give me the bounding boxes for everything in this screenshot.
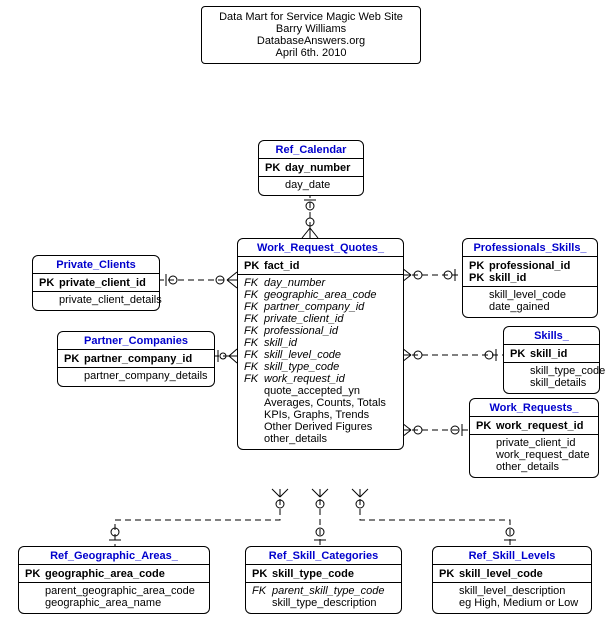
diagram-title-box: Data Mart for Service Magic Web Site Bar… [201, 6, 421, 64]
entity-ref-skill-levels: Ref_Skill_Levels PKskill_level_code skil… [432, 546, 592, 614]
title-line1: Data Mart for Service Magic Web Site [212, 11, 410, 23]
entity-title: Partner_Companies [58, 332, 214, 350]
entity-title: Professionals_Skills_ [463, 239, 597, 257]
title-line3: DatabaseAnswers.org [212, 35, 410, 47]
entity-work-request-quotes: Work_Request_Quotes_ PKfact_id FKday_num… [237, 238, 404, 450]
entity-title: Ref_Skill_Levels [433, 547, 591, 565]
entity-ref-skill-categories: Ref_Skill_Categories PKskill_type_code F… [245, 546, 402, 614]
entity-title: Ref_Geographic_Areas_ [19, 547, 209, 565]
entity-skills: Skills_ PKskill_id skill_type_code skill… [503, 326, 600, 394]
entity-title: Private_Clients [33, 256, 159, 274]
entity-professionals-skills: Professionals_Skills_ PKprofessional_id … [462, 238, 598, 318]
entity-title: Work_Request_Quotes_ [238, 239, 403, 257]
entity-partner-companies: Partner_Companies PKpartner_company_id p… [57, 331, 215, 387]
entity-private-clients: Private_Clients PKprivate_client_id priv… [32, 255, 160, 311]
title-line2: Barry Williams [212, 23, 410, 35]
entity-title: Work_Requests_ [470, 399, 598, 417]
entity-ref-geographic-areas: Ref_Geographic_Areas_ PKgeographic_area_… [18, 546, 210, 614]
title-line4: April 6th. 2010 [212, 47, 410, 59]
entity-title: Skills_ [504, 327, 599, 345]
entity-title: Ref_Calendar [259, 141, 363, 159]
entity-ref-calendar: Ref_Calendar PKday_number day_date [258, 140, 364, 196]
entity-title: Ref_Skill_Categories [246, 547, 401, 565]
entity-work-requests: Work_Requests_ PKwork_request_id private… [469, 398, 599, 478]
